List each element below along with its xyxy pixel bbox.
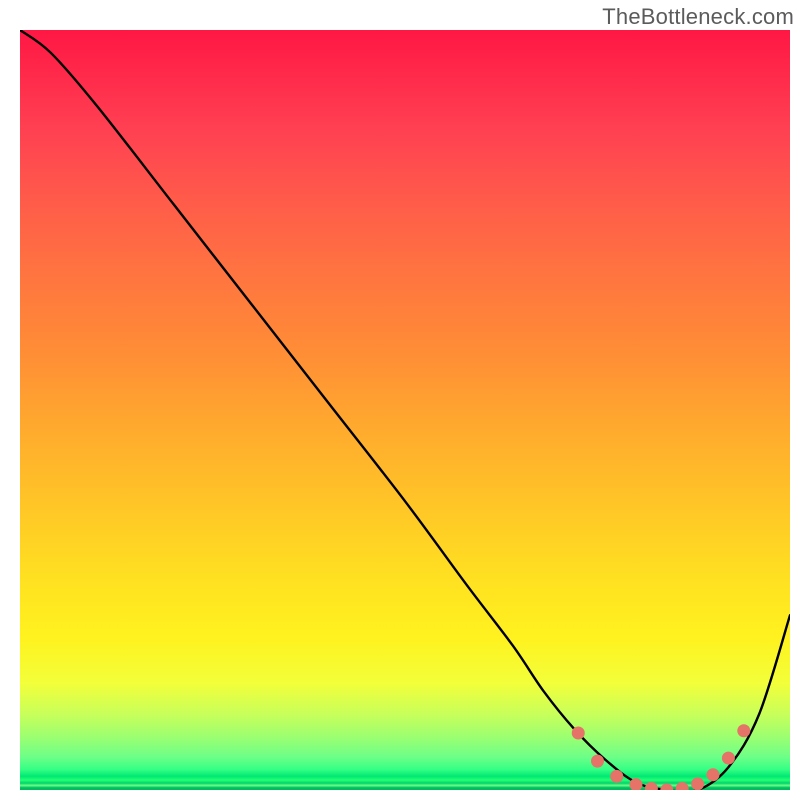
chart-svg: [20, 30, 790, 790]
bottleneck-curve: [20, 30, 790, 790]
watermark-text: TheBottleneck.com: [602, 4, 794, 30]
highlight-dot: [691, 777, 704, 790]
plot-area: [20, 30, 790, 790]
highlight-dot: [737, 724, 750, 737]
highlight-dot: [707, 768, 720, 781]
highlight-dot: [591, 755, 604, 768]
highlight-dot: [645, 782, 658, 790]
highlight-dot: [722, 752, 735, 765]
highlight-dot: [660, 784, 673, 791]
highlight-dot: [610, 770, 623, 783]
highlight-dot: [676, 782, 689, 790]
highlight-dot: [572, 727, 585, 740]
chart-canvas: TheBottleneck.com: [0, 0, 800, 800]
highlight-band: [572, 724, 751, 790]
